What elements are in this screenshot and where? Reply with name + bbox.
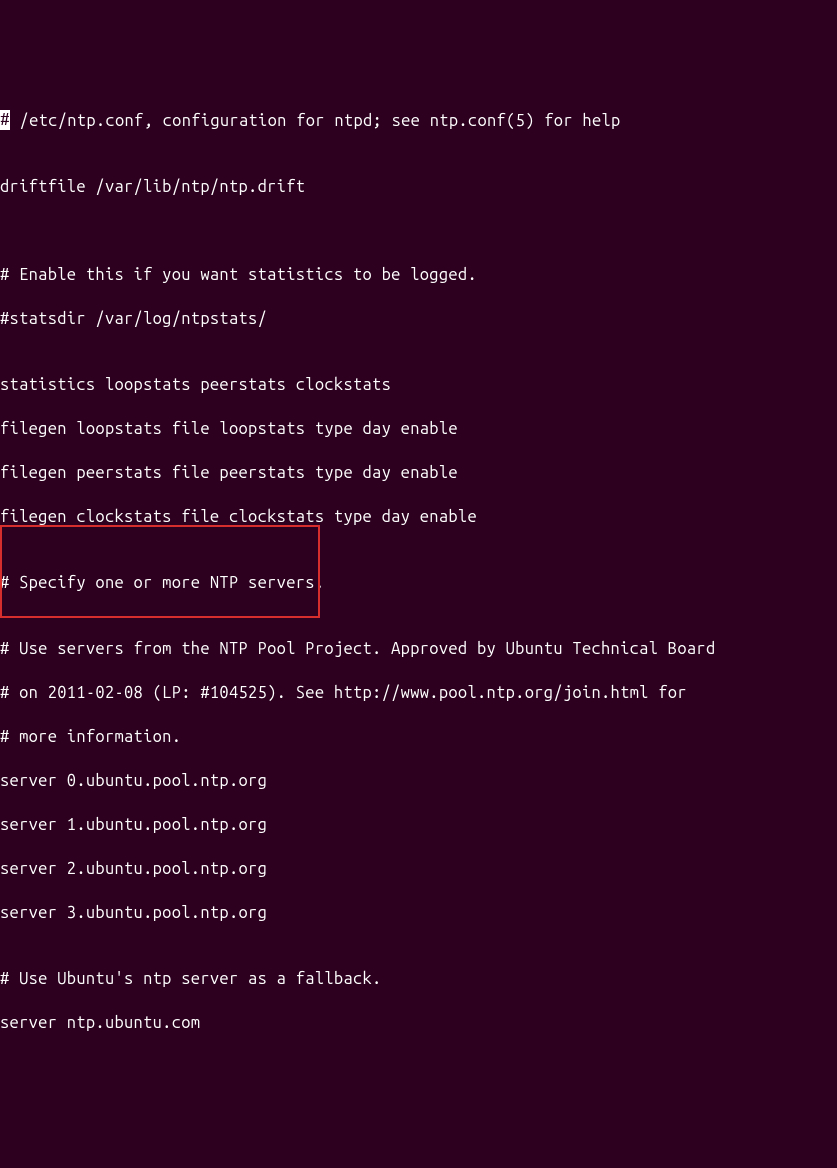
config-line: server ntp.ubuntu.com	[0, 1012, 837, 1034]
line-text: /etc/ntp.conf, configuration for ntpd; s…	[10, 112, 621, 130]
config-line: driftfile /var/lib/ntp/ntp.drift	[0, 176, 837, 198]
config-line: server 1.ubuntu.pool.ntp.org	[0, 814, 837, 836]
config-line: server 2.ubuntu.pool.ntp.org	[0, 858, 837, 880]
config-line: filegen clockstats file clockstats type …	[0, 506, 837, 528]
editor-content[interactable]: # /etc/ntp.conf, configuration for ntpd;…	[0, 88, 837, 1078]
config-line: server 0.ubuntu.pool.ntp.org	[0, 770, 837, 792]
config-line: # on 2011-02-08 (LP: #104525). See http:…	[0, 682, 837, 704]
config-line: # Enable this if you want statistics to …	[0, 264, 837, 286]
config-line: # /etc/ntp.conf, configuration for ntpd;…	[0, 110, 837, 132]
config-line: # Specify one or more NTP servers.	[0, 572, 837, 594]
config-line: filegen peerstats file peerstats type da…	[0, 462, 837, 484]
config-line: server 3.ubuntu.pool.ntp.org	[0, 902, 837, 924]
cursor: #	[0, 110, 10, 130]
config-line: # more information.	[0, 726, 837, 748]
config-line: #statsdir /var/log/ntpstats/	[0, 308, 837, 330]
config-line: # Use servers from the NTP Pool Project.…	[0, 638, 837, 660]
config-line: filegen loopstats file loopstats type da…	[0, 418, 837, 440]
config-line: statistics loopstats peerstats clockstat…	[0, 374, 837, 396]
config-line: # Use Ubuntu's ntp server as a fallback.	[0, 968, 837, 990]
